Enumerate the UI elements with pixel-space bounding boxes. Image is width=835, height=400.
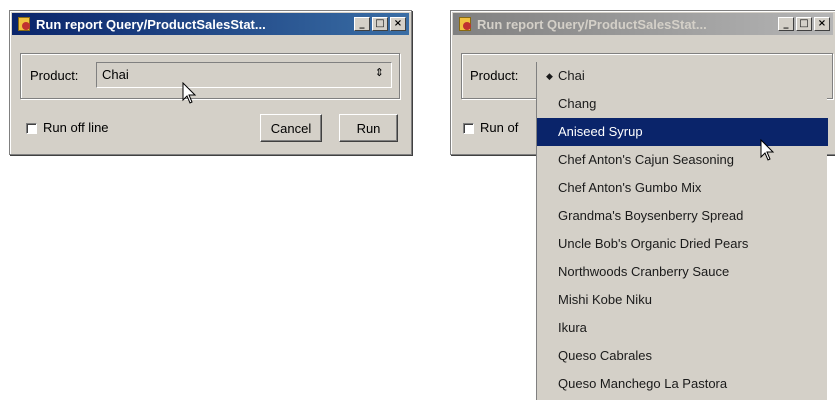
list-item[interactable]: Ikura xyxy=(537,314,828,342)
maximize-button[interactable]: □ xyxy=(372,17,388,31)
window-title: Run report Query/ProductSalesStat... xyxy=(477,16,707,32)
run-offline-checkbox[interactable] xyxy=(26,123,37,134)
window-title: Run report Query/ProductSalesStat... xyxy=(36,16,266,32)
maximize-button[interactable]: □ xyxy=(796,17,812,31)
list-item[interactable]: Grandma's Boysenberry Spread xyxy=(537,202,828,230)
list-item[interactable]: Chang xyxy=(537,90,828,118)
product-label: Product: xyxy=(470,68,519,83)
run-offline-label[interactable]: Run of xyxy=(480,120,518,135)
list-item[interactable]: Chef Anton's Cajun Seasoning xyxy=(537,146,828,174)
app-icon xyxy=(457,16,473,32)
title-bar[interactable]: Run report Query/ProductSalesStat... _ □… xyxy=(12,13,409,35)
cancel-button[interactable]: Cancel xyxy=(260,114,322,142)
list-item[interactable]: Queso Manchego La Pastora xyxy=(537,370,828,398)
list-item-highlighted[interactable]: Aniseed Syrup xyxy=(537,118,828,146)
product-value: Chai xyxy=(102,67,129,82)
list-item[interactable]: Queso Cabrales xyxy=(537,342,828,370)
title-bar[interactable]: Run report Query/ProductSalesStat... _ □… xyxy=(453,13,833,35)
run-button[interactable]: Run xyxy=(339,114,398,142)
product-combobox[interactable]: Chai ⇕ xyxy=(96,62,392,88)
app-icon xyxy=(16,16,32,32)
minimize-button[interactable]: _ xyxy=(354,17,370,31)
list-item[interactable]: ◆ Chai xyxy=(537,62,828,90)
list-item[interactable]: Uncle Bob's Organic Dried Pears xyxy=(537,230,828,258)
checked-bullet-icon: ◆ xyxy=(546,71,553,81)
product-label: Product: xyxy=(30,68,79,83)
run-offline-label[interactable]: Run off line xyxy=(43,120,109,135)
dropdown-arrow-icon[interactable]: ⇕ xyxy=(375,66,384,79)
close-button[interactable]: × xyxy=(390,17,406,31)
close-button[interactable]: × xyxy=(814,17,830,31)
list-item[interactable]: Chef Anton's Gumbo Mix xyxy=(537,174,828,202)
product-dropdown-list[interactable]: ◆ Chai Chang Aniseed Syrup Chef Anton's … xyxy=(536,62,828,400)
list-item[interactable]: Northwoods Cranberry Sauce xyxy=(537,258,828,286)
run-report-dialog-left: Run report Query/ProductSalesStat... _ □… xyxy=(9,10,412,155)
list-item[interactable]: Mishi Kobe Niku xyxy=(537,286,828,314)
run-offline-checkbox[interactable] xyxy=(463,123,474,134)
minimize-button[interactable]: _ xyxy=(778,17,794,31)
